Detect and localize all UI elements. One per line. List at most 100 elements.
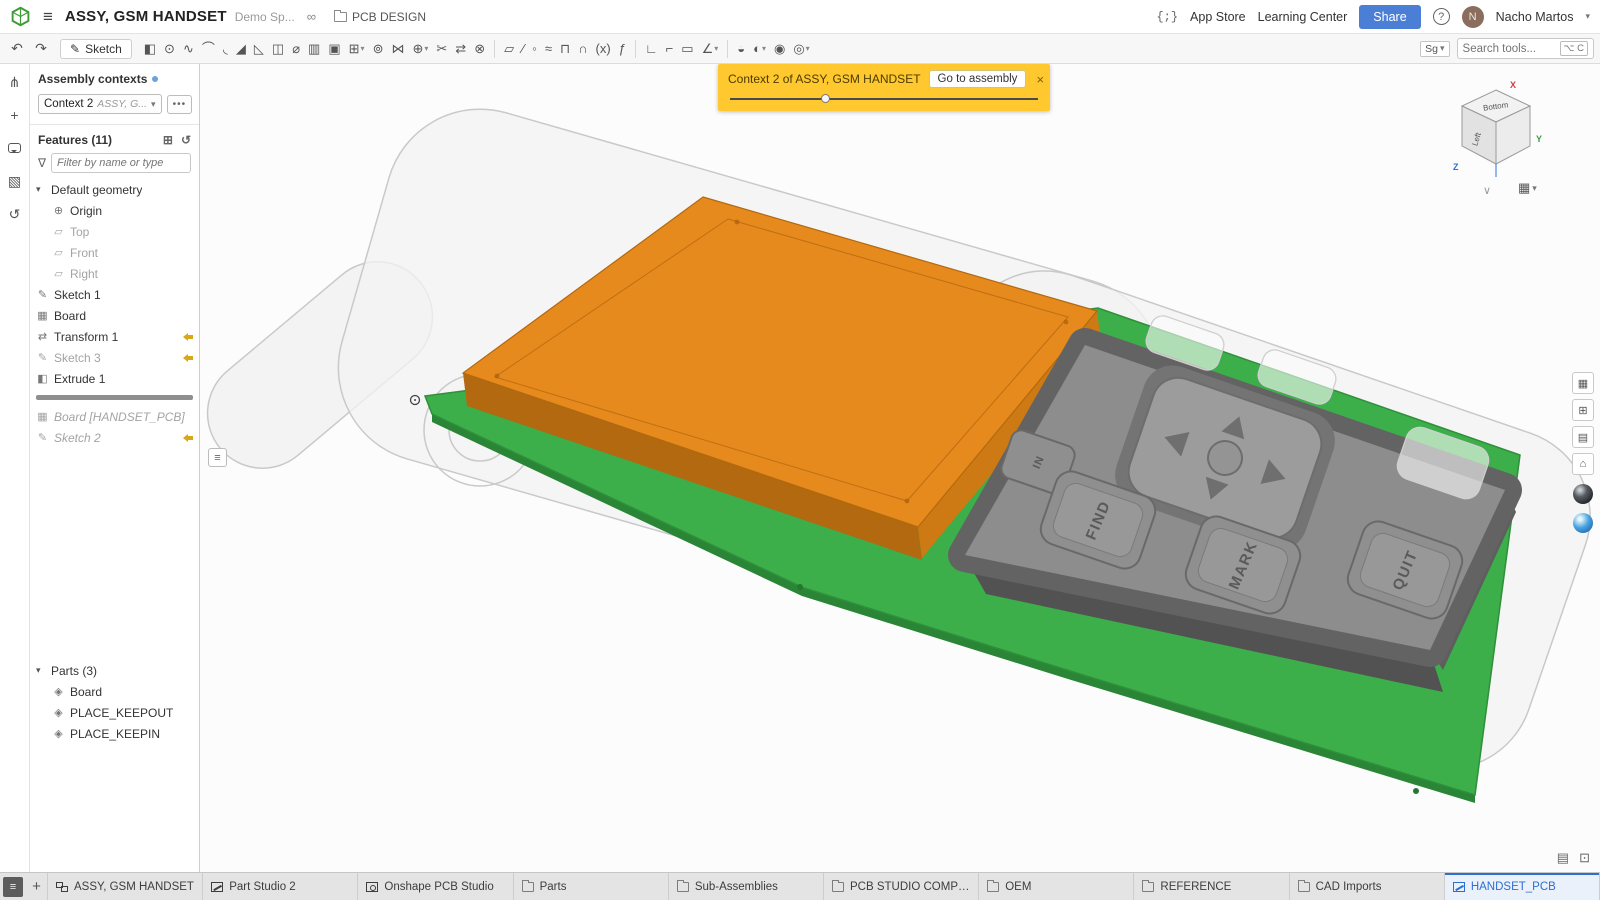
versions-icon[interactable]: {;} (1156, 10, 1178, 24)
flange-tool-button[interactable]: ⌐ (662, 38, 678, 60)
chevron-down-icon[interactable]: ▾ (806, 44, 810, 53)
transform-tool-button[interactable]: ⇄ (451, 38, 470, 60)
feature-row[interactable]: ▾ Default geometry (30, 179, 199, 200)
project-curve-tool-button[interactable]: ⊓ (556, 38, 574, 60)
right-panel-icon-4[interactable]: ⌂ (1572, 453, 1594, 475)
sheet-metal-tool-button[interactable]: ∟ (641, 38, 662, 60)
context-slider-track[interactable] (730, 98, 1038, 100)
rib-tool-button[interactable]: ▥ (304, 38, 324, 60)
part-row[interactable]: ▾ Parts (3) (30, 660, 199, 681)
app-store-button[interactable]: App Store (1190, 10, 1246, 24)
display-style-tool-button[interactable]: ◐ ▾ (749, 38, 770, 60)
delete-part-tool-button[interactable]: ⊗ (470, 38, 489, 60)
avatar[interactable]: N (1462, 6, 1484, 28)
viewcube-chevron-icon[interactable]: ∨ (1483, 184, 1491, 197)
draft-tool-button[interactable]: ◺ (250, 38, 268, 60)
boolean-tool-button[interactable]: ⊕ ▾ (408, 38, 432, 60)
chevron-down-icon[interactable]: ▾ (36, 184, 46, 195)
document-tab[interactable]: PCB STUDIO COMPON... (824, 873, 979, 900)
share-button[interactable]: Share (1359, 5, 1420, 29)
view-settings-button[interactable]: ▦ ▾ (1518, 180, 1537, 196)
axis-tool-button[interactable]: ∕ (518, 38, 528, 60)
document-tab[interactable]: Parts (514, 873, 669, 900)
printer-icon[interactable]: ▤ (1557, 850, 1569, 866)
tab-manager-button[interactable]: ≡ (3, 877, 23, 897)
document-tab[interactable]: Onshape PCB Studio (358, 873, 513, 900)
feature-row[interactable]: ▦ Board (30, 305, 199, 326)
versions-graph-icon[interactable]: ⋔ (5, 72, 25, 92)
undo-button[interactable]: ↶ (6, 38, 28, 60)
new-folder-icon[interactable]: ⊞ (163, 133, 173, 147)
close-icon[interactable]: × (1034, 72, 1046, 87)
monitor-icon[interactable]: ⊡ (1579, 850, 1590, 866)
feature-filter-input[interactable] (51, 153, 191, 173)
comments-icon[interactable] (5, 138, 25, 158)
context-slider[interactable] (730, 93, 1038, 105)
revolve-tool-button[interactable]: ⊙ (160, 38, 179, 60)
sketch-button[interactable]: ✎ Sketch (60, 39, 132, 59)
search-tools-input[interactable] (1463, 43, 1555, 55)
hamburger-menu-icon[interactable]: ≡ (39, 7, 57, 27)
help-icon[interactable]: ? (1433, 8, 1450, 25)
feature-row[interactable]: ✎ Sketch 3 (30, 347, 199, 368)
document-tab[interactable]: ASSY, GSM HANDSET (48, 873, 203, 900)
chevron-down-icon[interactable]: ▾ (1585, 11, 1590, 22)
context-selector[interactable]: Context 2 ASSY, G... ▾ (38, 94, 162, 114)
view-cube[interactable]: Bottom Left X Y Z (1450, 80, 1546, 190)
panel-flyout-handle[interactable]: ≡ (208, 448, 227, 467)
split-tool-button[interactable]: ✂ (432, 38, 451, 60)
link-icon[interactable]: ∞ (307, 9, 316, 24)
feature-row[interactable]: ▱ Front (30, 242, 199, 263)
measure-tool-button[interactable]: ∠ ▾ (698, 38, 723, 60)
point-tool-button[interactable]: ◦ (528, 38, 541, 60)
document-tab[interactable]: REFERENCE (1134, 873, 1289, 900)
search-tools-box[interactable]: ⌥ C (1457, 38, 1594, 59)
part-row[interactable]: ◈ Board (30, 681, 199, 702)
isolate-tool-button[interactable]: ◎ ▾ (789, 38, 813, 60)
part-row[interactable]: ◈ PLACE_KEEPOUT (30, 702, 199, 723)
intersection-curve-tool-button[interactable]: ∩ (574, 38, 591, 60)
chevron-down-icon[interactable]: ▾ (36, 665, 46, 676)
model-cube-icon[interactable]: ▧ (5, 171, 25, 191)
thicken-tool-button[interactable]: ▣ (324, 38, 344, 60)
go-to-assembly-button[interactable]: Go to assembly (929, 70, 1027, 88)
rollback-history-icon[interactable]: ↺ (181, 133, 191, 147)
loft-tool-button[interactable]: ⌒ (198, 38, 219, 60)
filter-icon[interactable]: ∇ (38, 156, 46, 170)
add-tab-button[interactable]: + (26, 873, 48, 900)
right-panel-icon-3[interactable]: ▤ (1572, 426, 1594, 448)
learning-center-button[interactable]: Learning Center (1258, 10, 1348, 24)
feature-row[interactable]: ⊕ Origin (30, 200, 199, 221)
history-icon[interactable]: ↺ (5, 204, 25, 224)
chevron-down-icon[interactable]: ▾ (361, 44, 365, 53)
render-sphere-blue-icon[interactable] (1573, 513, 1593, 533)
feature-row[interactable]: ▦ Board [HANDSET_PCB] (30, 406, 199, 427)
feature-row[interactable]: ✎ Sketch 1 (30, 284, 199, 305)
rollback-bar[interactable] (36, 395, 193, 400)
context-menu-button[interactable]: ••• (167, 95, 193, 114)
right-panel-icon-1[interactable]: ▦ (1572, 372, 1594, 394)
helix-tool-button[interactable]: ≈ (541, 38, 556, 60)
variable-tool-button[interactable]: (x) (592, 38, 615, 60)
chevron-down-icon[interactable]: ▾ (762, 44, 766, 53)
sg-dropdown[interactable]: Sg ▾ (1420, 41, 1449, 57)
chevron-down-icon[interactable]: ▾ (424, 44, 428, 53)
mirror-tool-button[interactable]: ⋈ (387, 38, 408, 60)
feature-row[interactable]: ▱ Right (30, 263, 199, 284)
document-tab[interactable]: HANDSET_PCB (1445, 873, 1600, 900)
document-tab[interactable]: OEM (979, 873, 1134, 900)
document-tab[interactable]: CAD Imports (1290, 873, 1445, 900)
graphics-viewport[interactable]: IN FIND MARK QUIT (200, 64, 1600, 872)
section-view-tool-button[interactable]: ◒ (733, 38, 749, 60)
chamfer-tool-button[interactable]: ◢ (232, 38, 250, 60)
context-slider-thumb[interactable] (821, 94, 830, 103)
plane-tool-button[interactable]: ▱ (500, 38, 518, 60)
feature-row[interactable]: ⇄ Transform 1 (30, 326, 199, 347)
hole-tool-button[interactable]: ⌀ (288, 38, 304, 60)
extrude-tool-button[interactable]: ◧ (140, 38, 160, 60)
document-tab[interactable]: Part Studio 2 (203, 873, 358, 900)
document-tab[interactable]: Sub-Assemblies (669, 873, 824, 900)
feature-row[interactable]: ✎ Sketch 2 (30, 427, 199, 448)
fillet-tool-button[interactable]: ◟ (219, 38, 232, 60)
insert-icon[interactable]: + (5, 105, 25, 125)
